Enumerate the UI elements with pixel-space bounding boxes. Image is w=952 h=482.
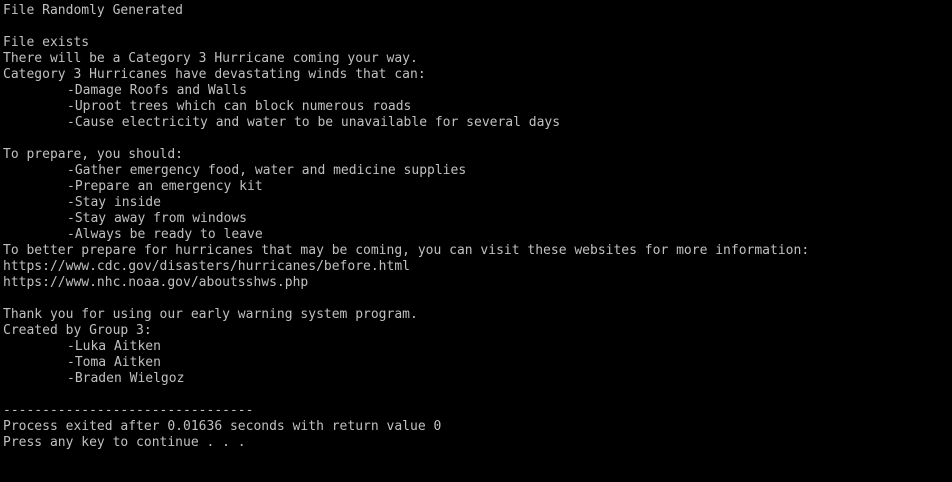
output-line-damage-item: -Damage Roofs and Walls [67,83,248,98]
output-line-credits-heading: Created by Group 3: [3,323,152,338]
output-line-websites-intro: To better prepare for hurricanes that ma… [3,243,810,258]
output-line-press-any-key: Press any key to continue . . . [3,435,246,450]
output-line-separator: -------------------------------- [3,403,254,418]
output-line-prepare-item: -Always be ready to leave [67,227,263,242]
output-line-url-nhc: https://www.nhc.noaa.gov/aboutsshws.php [3,275,309,290]
output-line-prepare-item: -Stay inside [67,195,161,210]
output-line-credit-name: -Toma Aitken [67,355,161,370]
output-line-damage-item: -Cause electricity and water to be unava… [67,115,561,130]
output-line-file-generated: File Randomly Generated [3,3,184,18]
output-line-credit-name: -Luka Aitken [67,339,161,354]
output-line-winds-heading: Category 3 Hurricanes have devastating w… [3,67,426,82]
output-line-prepare-item: -Gather emergency food, water and medici… [67,163,467,178]
output-line-prepare-heading: To prepare, you should: [3,147,184,162]
output-line-damage-item: -Uproot trees which can block numerous r… [67,99,412,114]
output-line-prepare-item: -Stay away from windows [67,211,248,226]
output-line-url-cdc: https://www.cdc.gov/disasters/hurricanes… [3,259,410,274]
output-line-hurricane-warning: There will be a Category 3 Hurricane com… [3,51,418,66]
console-window[interactable]: File Randomly Generated File exists Ther… [0,0,952,482]
output-line-credit-name: -Braden Wielgoz [67,371,185,386]
output-line-process-exited: Process exited after 0.01636 seconds wit… [3,419,442,434]
console-output: File Randomly Generated File exists Ther… [3,3,809,451]
output-line-prepare-item: -Prepare an emergency kit [67,179,263,194]
output-line-thank-you: Thank you for using our early warning sy… [3,307,418,322]
output-line-file-exists: File exists [3,35,90,50]
